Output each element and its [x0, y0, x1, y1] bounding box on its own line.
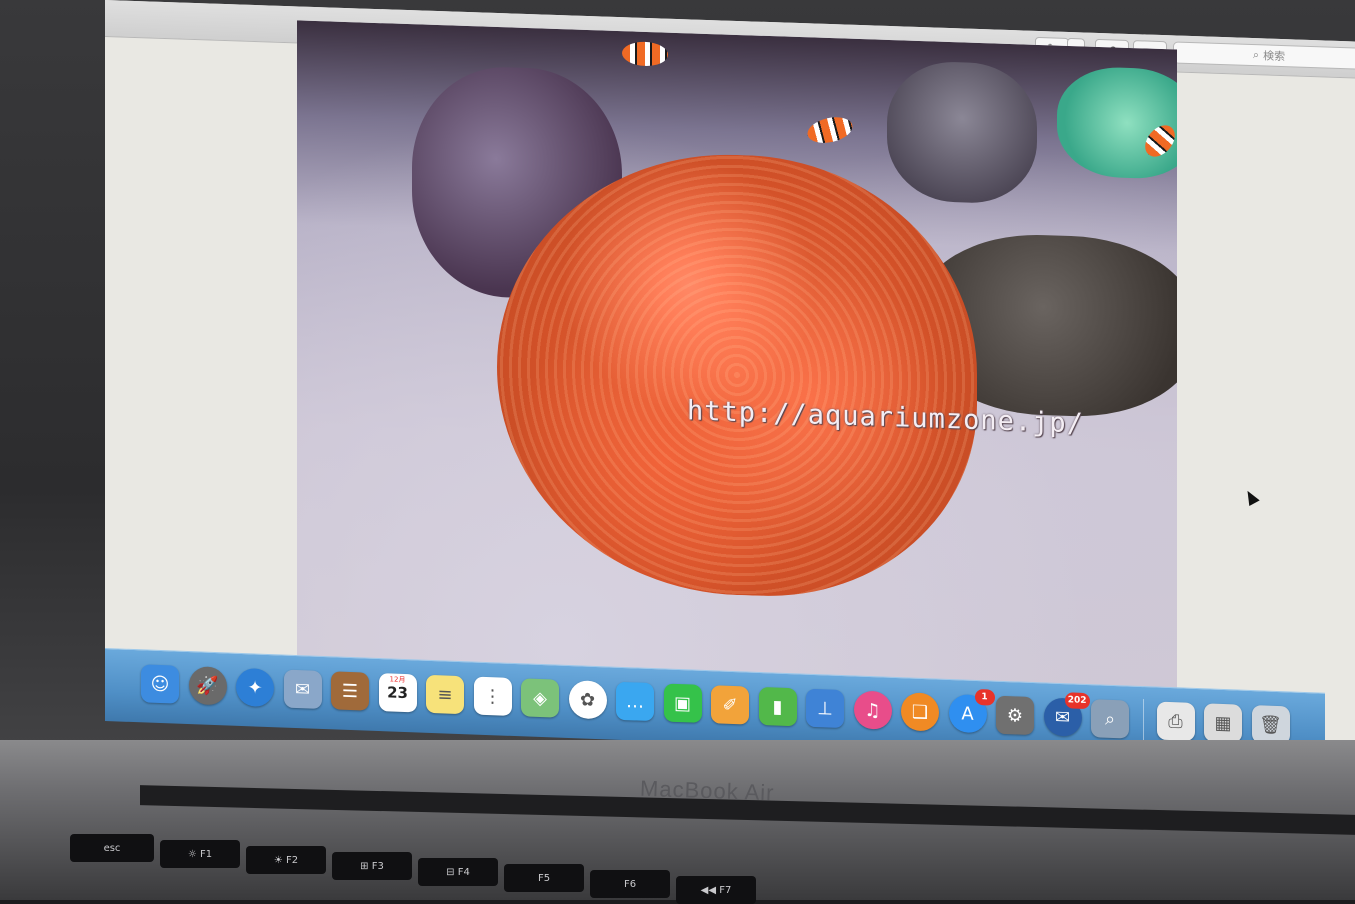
- speech-bubble-icon: …: [626, 690, 644, 713]
- stack-icon: ▦: [1214, 712, 1232, 734]
- dock-item-downloads-stack[interactable]: ▦: [1204, 703, 1242, 743]
- dock-item-pages[interactable]: ✐: [711, 685, 749, 725]
- dock-item-maps[interactable]: ◈: [521, 678, 559, 718]
- search-input[interactable]: ⌕ 検索: [1173, 41, 1355, 70]
- dock-item-photos[interactable]: ✿: [568, 679, 607, 720]
- notepad-icon: ≡: [437, 683, 453, 706]
- pen-document-icon: ✐: [722, 694, 738, 716]
- dock-separator: [1142, 699, 1144, 744]
- notification-badge: 1: [974, 688, 995, 706]
- dock-item-reminders[interactable]: ⋮: [473, 676, 512, 716]
- f5-key[interactable]: F5: [504, 864, 584, 892]
- bar-chart-icon: ▮: [772, 695, 783, 718]
- dock-item-finder[interactable]: ☺: [141, 664, 179, 704]
- notification-badge: 202: [1064, 692, 1090, 710]
- book-icon: ❑: [911, 701, 929, 723]
- screen: ✎ ▾ ⟲ ⌂ ⌕ 検索 http://aquariumzone.jp/: [105, 0, 1355, 754]
- dock-item-facetime[interactable]: ▣: [663, 683, 702, 723]
- dock-item-launchpad[interactable]: 🚀: [188, 666, 227, 706]
- trash-icon: 🗑: [1259, 713, 1282, 736]
- dock-item-app-store[interactable]: A1: [948, 688, 995, 734]
- dock-item-numbers[interactable]: ▮: [758, 686, 797, 727]
- printer-icon: ⎙: [1168, 710, 1183, 733]
- dock-item-thunderbird[interactable]: ✉ 202: [1043, 692, 1090, 737]
- dock-item-safari[interactable]: ✦: [236, 667, 274, 708]
- podium-icon: ⊥: [817, 697, 833, 720]
- music-note-icon: ♫: [864, 699, 881, 721]
- dock-item-printer[interactable]: ⎙: [1156, 701, 1195, 741]
- compass-icon: ✦: [247, 676, 263, 699]
- mail-bird-icon: ✉: [1054, 706, 1071, 728]
- dock-item-messages[interactable]: …: [616, 681, 654, 722]
- aquarium-photo: http://aquariumzone.jp/: [297, 20, 1177, 730]
- map-icon: ◈: [533, 687, 547, 709]
- f3-key[interactable]: ⊞ F3: [332, 852, 412, 880]
- gear-icon: ⚙: [1006, 704, 1024, 727]
- dock-item-system-preferences[interactable]: ⚙: [996, 695, 1034, 736]
- calendar-month: 12月: [389, 675, 406, 685]
- f6-key[interactable]: F6: [590, 870, 670, 898]
- stamp-icon: ✉: [294, 678, 311, 701]
- checklist-icon: ⋮: [483, 685, 502, 708]
- f1-key[interactable]: ☼ F1: [160, 840, 240, 868]
- f4-key[interactable]: ⊟ F4: [418, 858, 498, 886]
- dock-item-calendar[interactable]: 12月 23: [378, 673, 417, 713]
- rocket-icon: 🚀: [196, 674, 219, 697]
- dock-item-mail[interactable]: ✉: [283, 669, 322, 709]
- dock-item-keynote[interactable]: ⊥: [806, 688, 844, 729]
- video-camera-icon: ▣: [673, 692, 691, 714]
- esc-key[interactable]: esc: [70, 834, 154, 862]
- app-store-icon: A: [961, 702, 974, 725]
- dock-item-itunes[interactable]: ♫: [853, 690, 892, 730]
- keyboard: esc ☼ F1 ☀ F2 ⊞ F3 ⊟ F4 F5 F6 ◀◀ F7: [30, 830, 1355, 904]
- search-placeholder: 検索: [1263, 49, 1286, 64]
- dock-item-ibooks[interactable]: ❑: [901, 692, 939, 732]
- magnifier-icon: ⌕: [1252, 48, 1260, 62]
- mouse-pointer-icon: [1242, 488, 1260, 507]
- f2-key[interactable]: ☀ F2: [246, 846, 326, 874]
- photos-icon: ✿: [579, 688, 596, 711]
- address-book-icon: ☰: [341, 680, 359, 702]
- live-rock-top-right: [887, 59, 1037, 205]
- finder-icon: ☺: [150, 673, 170, 695]
- laptop-brand-label: MacBook Air: [639, 775, 775, 806]
- calendar-icon: 23: [387, 683, 408, 703]
- dock-item-preview[interactable]: ⌕: [1091, 699, 1129, 739]
- dock-item-contacts[interactable]: ☰: [331, 671, 369, 711]
- preview-icon: ⌕: [1104, 708, 1116, 730]
- dock-item-trash[interactable]: 🗑: [1251, 705, 1290, 745]
- dock-item-notes[interactable]: ≡: [426, 674, 464, 715]
